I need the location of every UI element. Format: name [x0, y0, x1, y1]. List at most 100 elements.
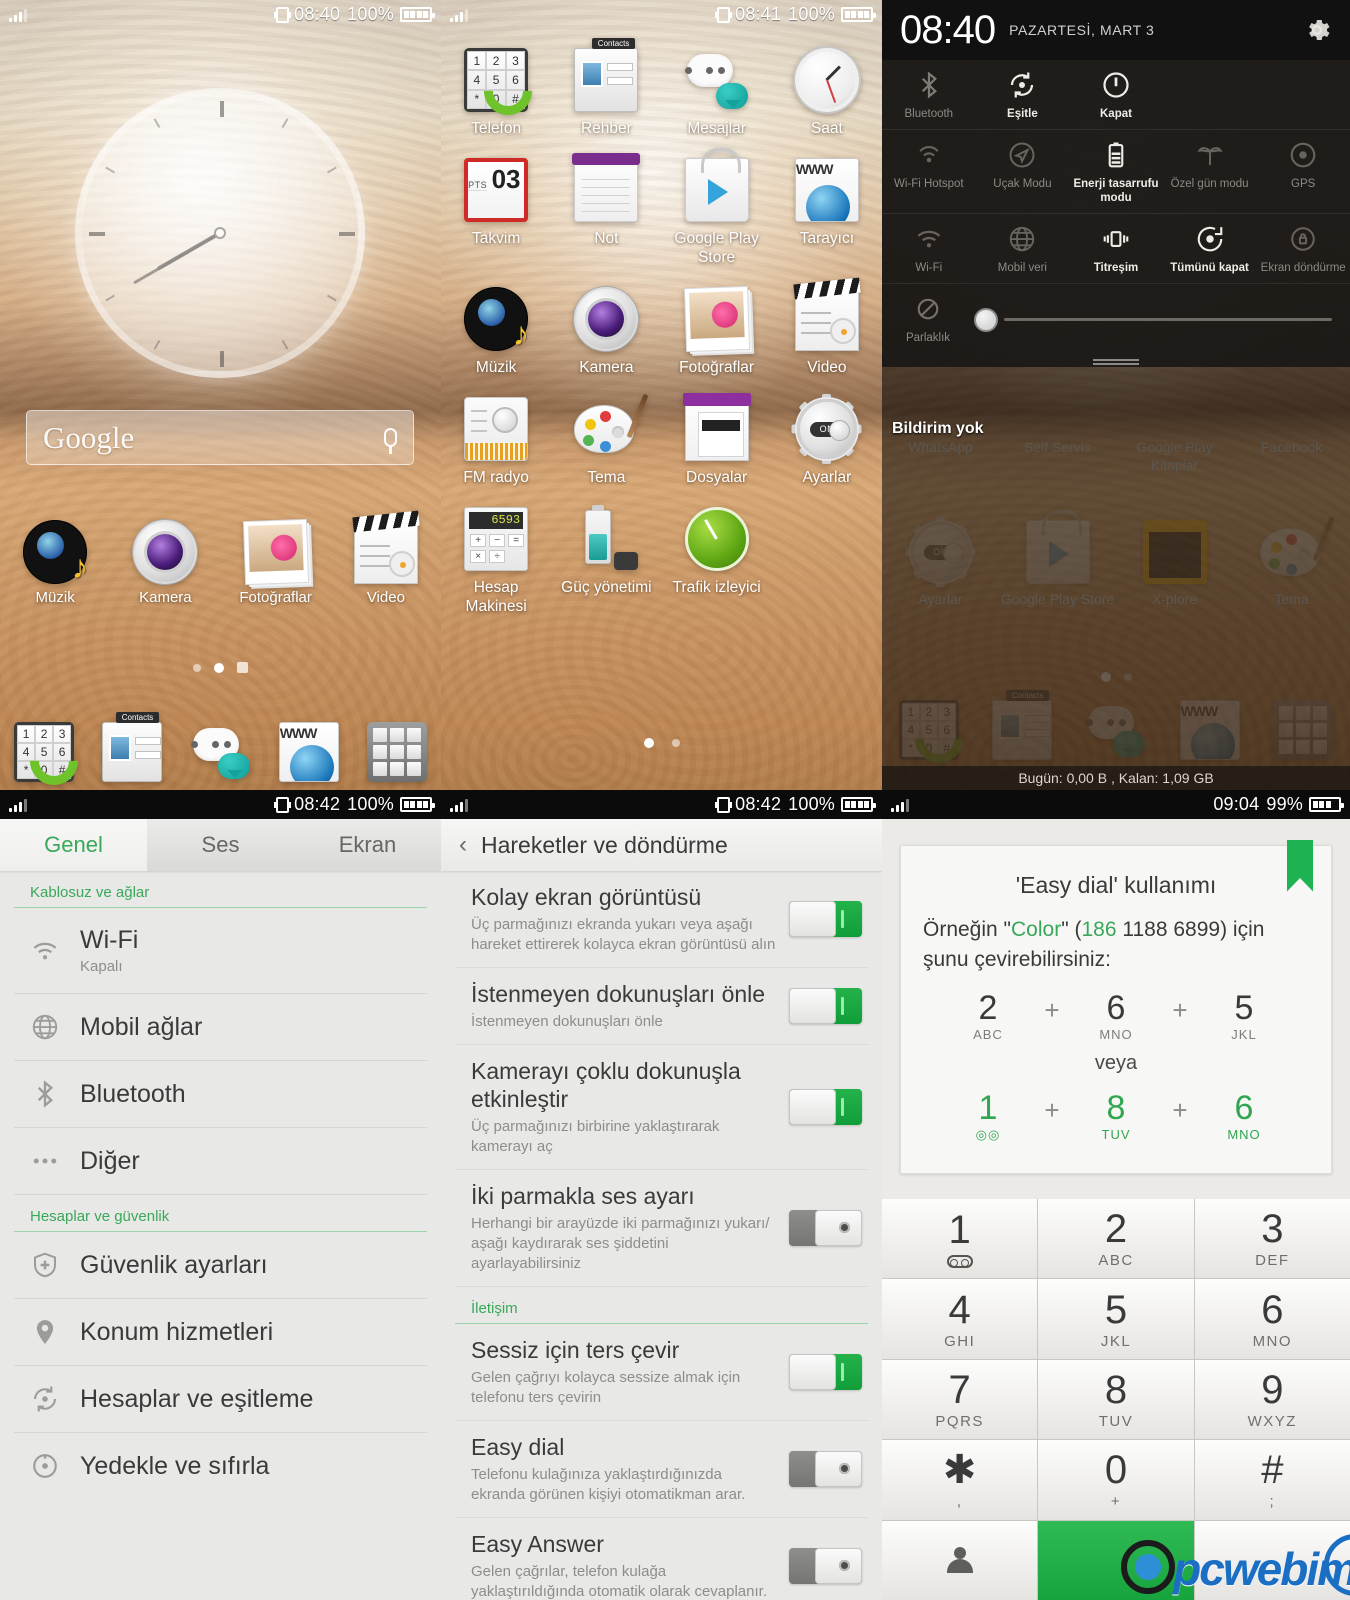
- battery-icon: [841, 797, 876, 812]
- dock-item-tarayici[interactable]: WWW: [265, 722, 353, 782]
- toggle-switch[interactable]: [789, 1451, 862, 1487]
- dock-item-rehber[interactable]: [88, 712, 176, 782]
- page-dot[interactable]: [671, 739, 680, 747]
- dialpad-key-0[interactable]: 0 +: [1038, 1440, 1194, 1520]
- dialpad-key-7[interactable]: 7 PQRS: [882, 1359, 1038, 1440]
- dialpad-key-2[interactable]: 2 ABC: [1038, 1199, 1194, 1279]
- settings-row-bluetooth[interactable]: Bluetooth: [14, 1061, 427, 1128]
- drawer-app-trafik-izleyici[interactable]: Trafik izleyici: [662, 495, 772, 616]
- home-app-muzik[interactable]: Müzik: [0, 520, 110, 606]
- dock-item-mesajlar[interactable]: [176, 722, 264, 782]
- dialpad-key-3[interactable]: 3 DEF: [1194, 1199, 1350, 1279]
- google-search-widget[interactable]: Google: [26, 410, 414, 465]
- gesture-row-kolay-ekran-goruntusu[interactable]: Kolay ekran görüntüsü Üç parmağınızı ekr…: [455, 871, 868, 968]
- drawer-app-google-play-store[interactable]: Google Play Store: [662, 146, 772, 267]
- drawer-app-fotograflar[interactable]: Fotoğraflar: [662, 275, 772, 377]
- dialpad-key-1[interactable]: 1: [882, 1199, 1038, 1279]
- tab-ekran[interactable]: Ekran: [294, 819, 441, 871]
- toggle-switch[interactable]: [789, 988, 862, 1024]
- gesture-row-easy-dial[interactable]: Easy dial Telefonu kulağınıza yaklaştırd…: [455, 1421, 868, 1518]
- back-chevron-icon[interactable]: ‹: [459, 831, 467, 859]
- toggle-switch[interactable]: [789, 1548, 862, 1584]
- tab-genel[interactable]: Genel: [0, 819, 147, 871]
- gesture-row-kamerayi-coklu-dokunusla[interactable]: Kamerayı çoklu dokunuşla etkinleştir Üç …: [455, 1045, 868, 1170]
- toggle-switch[interactable]: [789, 1210, 862, 1246]
- settings-row-konum-hizmetleri[interactable]: Konum hizmetleri: [14, 1299, 427, 1366]
- analog-clock-widget[interactable]: [75, 88, 365, 378]
- dialpad-extra[interactable]: [1194, 1520, 1350, 1600]
- drawer-app-fm-radyo[interactable]: FM radyo: [441, 385, 551, 487]
- qs-toggle-enerji-tasarrufu[interactable]: Enerji tasarrufu modu: [1069, 140, 1163, 205]
- brightness-slider[interactable]: [974, 307, 1332, 332]
- settings-row-mobil-aglar[interactable]: Mobil ağlar: [14, 994, 427, 1061]
- dialpad-key-5[interactable]: 5 JKL: [1038, 1279, 1194, 1359]
- qs-brightness-auto[interactable]: Parlaklık: [882, 294, 974, 345]
- qs-toggle-ekran-dondurme[interactable]: Ekran döndürme: [1256, 224, 1350, 275]
- drawer-app-mesajlar[interactable]: Mesajlar: [662, 36, 772, 138]
- qs-toggle-bluetooth[interactable]: Bluetooth: [882, 70, 976, 121]
- drawer-app-hesap-makinesi[interactable]: 6593 + − = × ÷ Hesap Makinesi: [441, 495, 551, 616]
- settings-row-guvenlik-ayarlari[interactable]: Güvenlik ayarları: [14, 1232, 427, 1299]
- dock-item-uygulamalar[interactable]: [353, 722, 441, 782]
- dialpad-key-9[interactable]: 9 WXYZ: [1194, 1359, 1350, 1440]
- page-dot-active[interactable]: [214, 662, 224, 673]
- gear-icon[interactable]: [1302, 15, 1332, 45]
- dialpad-key-4[interactable]: 4 GHI: [882, 1279, 1038, 1359]
- page-dot[interactable]: [193, 663, 201, 672]
- quick-settings-drag-handle[interactable]: [882, 359, 1350, 367]
- page-dot-active[interactable]: [643, 738, 654, 748]
- home-app-fotograflar[interactable]: Fotoğraflar: [221, 518, 331, 606]
- status-time: 08:41: [735, 4, 782, 24]
- contacts-button[interactable]: [882, 1520, 1038, 1600]
- gesture-row-easy-answer[interactable]: Easy Answer Gelen çağrılar, telefon kula…: [455, 1518, 868, 1600]
- settings-row-wifi[interactable]: Wi-Fi Kapalı: [14, 908, 427, 994]
- qs-toggle-wifi[interactable]: Wi-Fi: [882, 224, 976, 275]
- toggle-switch[interactable]: [789, 1089, 862, 1125]
- qs-toggle-esitle[interactable]: Eşitle: [976, 70, 1070, 121]
- dock-item-telefon[interactable]: 123456*0#: [0, 722, 88, 782]
- tab-ses[interactable]: Ses: [147, 819, 294, 871]
- drawer-app-tema[interactable]: Tema: [551, 385, 661, 487]
- dialpad-key-6[interactable]: 6 MNO: [1194, 1279, 1350, 1359]
- drawer-app-tarayici[interactable]: WWW Tarayıcı: [772, 146, 882, 267]
- drawer-app-dosyalar[interactable]: Dosyalar: [662, 385, 772, 487]
- drawer-app-video[interactable]: Video: [772, 275, 882, 377]
- page-dot-square[interactable]: [237, 662, 248, 673]
- drawer-page-indicator[interactable]: [441, 738, 882, 748]
- qs-toggle-kapat[interactable]: Kapat: [1069, 70, 1163, 121]
- qs-toggle-ucak-modu[interactable]: Uçak Modu: [976, 140, 1070, 205]
- dialpad-key-hash[interactable]: # ;: [1194, 1440, 1350, 1520]
- home-app-kamera[interactable]: Kamera: [110, 520, 220, 606]
- drawer-app-telefon[interactable]: 1 2 3 4 5 6 * 0 # Telefon: [441, 36, 551, 138]
- drawer-app-muzik[interactable]: Müzik: [441, 275, 551, 377]
- drawer-app-takvim[interactable]: PTS 03 Takvim: [441, 146, 551, 267]
- drawer-app-guc-yonetimi[interactable]: Güç yönetimi: [551, 495, 661, 616]
- home-app-video[interactable]: Video: [331, 510, 441, 606]
- microphone-icon[interactable]: [384, 428, 397, 454]
- qs-toggle-tumunu-kapat[interactable]: Tümünü kapat: [1163, 224, 1257, 275]
- gesture-row-iki-parmakla-ses-ayari[interactable]: İki parmakla ses ayarı Herhangi bir aray…: [455, 1170, 868, 1287]
- status-bar-home: 08:40 100%: [0, 0, 441, 29]
- qs-toggle-wifi-hotspot[interactable]: Wi-Fi Hotspot: [882, 140, 976, 205]
- drawer-app-rehber[interactable]: Rehber: [551, 36, 661, 138]
- drawer-app-kamera[interactable]: Kamera: [551, 275, 661, 377]
- qs-toggle-titresim[interactable]: Titreşim: [1069, 224, 1163, 275]
- dialpad-key-8[interactable]: 8 TUV: [1038, 1359, 1194, 1440]
- qs-toggle-mobil-veri[interactable]: Mobil veri: [976, 224, 1070, 275]
- drawer-app-not[interactable]: Not: [551, 146, 661, 267]
- call-button[interactable]: [1038, 1520, 1194, 1600]
- settings-row-diger[interactable]: Diğer: [14, 1128, 427, 1195]
- qs-toggle-ozel-gun-modu[interactable]: Özel gün modu: [1163, 140, 1257, 205]
- toggle-switch[interactable]: [789, 901, 862, 937]
- qs-toggle-gps[interactable]: GPS: [1256, 140, 1350, 205]
- settings-row-yedekle-ve-sifirla[interactable]: Yedekle ve sıfırla: [14, 1433, 427, 1499]
- slider-thumb[interactable]: [974, 307, 998, 332]
- drawer-app-saat[interactable]: Saat: [772, 36, 882, 138]
- drawer-app-ayarlar[interactable]: ON Ayarlar: [772, 385, 882, 487]
- home-page-indicator[interactable]: [0, 662, 441, 673]
- settings-row-hesaplar-ve-esitleme[interactable]: Hesaplar ve eşitleme: [14, 1366, 427, 1433]
- dialpad-key-star[interactable]: ✱ ,: [882, 1440, 1038, 1520]
- toggle-switch[interactable]: [789, 1354, 862, 1390]
- gesture-row-sessiz-icin-ters-cevir[interactable]: Sessiz için ters çevir Gelen çağrıyı kol…: [455, 1324, 868, 1421]
- gesture-row-istenmeyen-dokunuslari-onle[interactable]: İstenmeyen dokunuşları önle İstenmeyen d…: [455, 968, 868, 1045]
